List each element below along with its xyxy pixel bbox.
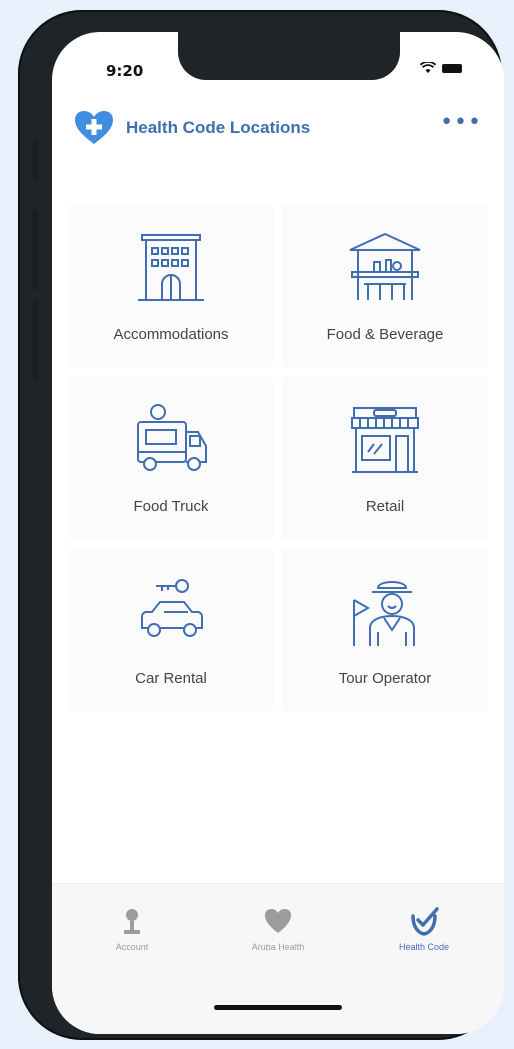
tab-label: Aruba Health [251,942,305,952]
food-truck-icon [137,404,207,471]
person-icon [124,909,140,934]
category-label: Car Rental [135,670,207,687]
storefront-icon [351,407,419,473]
notch [178,32,400,80]
category-accommodations[interactable]: Accommodations [68,204,274,368]
more-menu-button[interactable]: ••• [440,112,482,138]
app-header: Health Code Locations ••• [74,106,482,150]
category-food-truck[interactable]: Food Truck [68,376,274,540]
tab-aruba-health[interactable]: Aruba Health [208,906,348,952]
category-label: Retail [365,498,405,515]
tour-guide-flag-icon [353,581,415,646]
category-label: Tour Operator [338,670,432,687]
silent-switch [32,140,38,180]
battery-icon [442,63,462,73]
category-retail[interactable]: Retail [282,376,488,540]
app-screen: 9:20 Health Code Locations ••• Accommoda… [52,32,504,1034]
shield-check-icon [411,907,439,936]
tab-label: Health Code [398,942,450,952]
category-tour-operator[interactable]: Tour Operator [282,548,488,712]
volume-up-button [32,210,38,290]
category-label: Accommodations [113,326,229,343]
phone-frame: 9:20 Health Code Locations ••• Accommoda… [18,10,504,1040]
status-icons [420,62,462,74]
page-title: Health Code Locations [126,118,311,137]
category-label: Food & Beverage [326,326,444,343]
tab-label: Account [115,942,149,952]
heart-icon [265,909,291,933]
bar-stools-icon [349,232,421,300]
bottom-tab-bar: Account Aruba Health Health Code [52,883,504,1034]
category-label: Food Truck [133,498,209,515]
hotel-building-icon [138,234,204,301]
home-indicator[interactable] [214,1005,342,1010]
category-grid: Accommodations Food & Beverage Food Truc… [64,200,492,716]
heart-plus-logo-icon [75,111,113,144]
status-time: 9:20 [106,62,144,80]
category-car-rental[interactable]: Car Rental [68,548,274,712]
tab-account[interactable]: Account [62,906,202,952]
tab-health-code[interactable]: Health Code [354,906,494,952]
wifi-icon [420,62,436,73]
category-food-beverage[interactable]: Food & Beverage [282,204,488,368]
car-key-icon [141,579,203,637]
volume-down-button [32,300,38,380]
